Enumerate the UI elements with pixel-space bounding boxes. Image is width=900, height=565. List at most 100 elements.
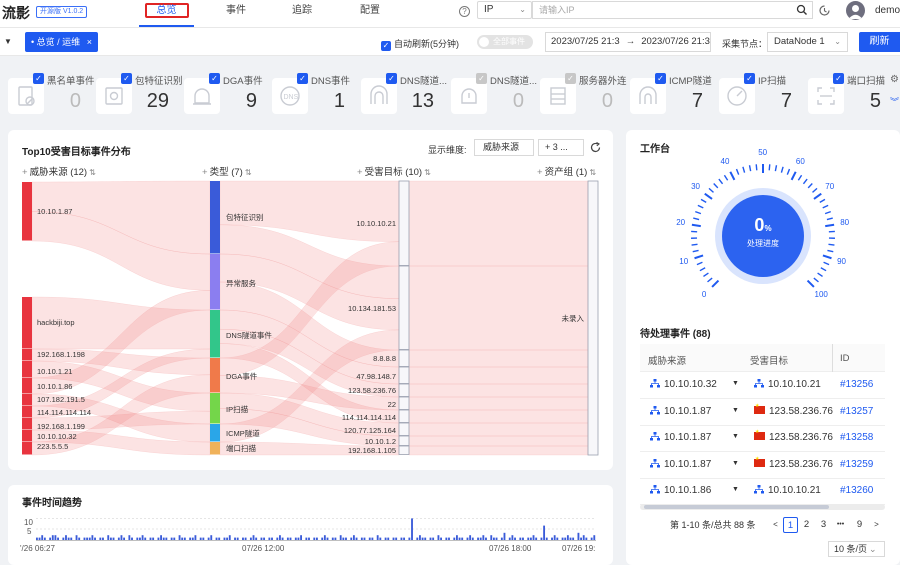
scrollbar-thumb[interactable] [644,505,829,509]
row-source: 10.10.1.87 [650,405,711,417]
gauge-tick-mark [713,183,719,189]
expand-caret-icon[interactable]: ▼ [732,460,739,467]
table-horizontal-scrollbar[interactable] [640,504,885,510]
prev-page-icon[interactable]: < [768,517,783,533]
row-target: 123.58.236.76 [754,429,833,443]
gauge-tick-mark [703,272,709,278]
row-source-ip: 10.10.1.86 [664,485,712,497]
expand-caret-icon[interactable]: ▼ [732,380,739,387]
page-size-value: 10 条/页 [834,544,868,554]
gauge-tick-mark [707,277,713,283]
gauge-tick-mark [813,192,822,200]
row-id-link[interactable]: #13257 [840,406,873,417]
china-flag-icon [754,403,765,414]
row-id-link[interactable]: #13256 [840,379,873,390]
row-target: 123.58.236.76 [754,456,833,470]
row-source-ip: 10.10.1.87 [664,432,712,444]
network-icon [650,432,660,441]
gauge-tick-label: 60 [795,157,805,166]
gauge-tick-mark [806,279,815,288]
gauge-tick-mark [729,171,736,181]
gauge-tick-mark [807,183,813,189]
gauge-tick-mark [718,178,724,185]
gauge-tick-label: 80 [840,218,850,227]
row-source: 10.10.1.87 [650,432,711,443]
page-1[interactable]: 1 [783,517,798,533]
expand-caret-icon[interactable]: ▼ [732,407,739,414]
gauge-center: 0% 处理进度 [722,195,804,277]
page-9[interactable]: 9 [852,517,867,533]
network-icon [650,458,660,468]
gauge-tick-mark [828,243,835,246]
gauge-tick-mark [825,223,835,228]
gauge-tick-mark [691,243,698,246]
gauge-tick-label: 40 [720,157,730,166]
next-page-icon[interactable]: > [869,517,884,533]
gauge-tick-mark [822,204,829,209]
gauge-tick-mark [802,178,808,185]
network-icon [650,379,660,388]
table-row[interactable]: 10.10.1.86 ▼ 10.10.10.21 #13260 [640,478,885,506]
gauge-tick-mark [823,261,830,266]
expand-caret-icon[interactable]: ▼ [732,486,739,493]
gauge-tick-mark [755,164,758,171]
china-flag-icon [754,456,765,467]
header-id[interactable]: ID [840,353,850,364]
gauge-tick-mark [774,165,778,172]
page-3[interactable]: 3 [816,517,831,533]
gauge-tick-mark [711,279,720,288]
gauge-tick-mark [694,254,704,260]
table-row[interactable]: 10.10.1.87 ▼ 123.58.236.76 #13259 [640,452,885,479]
gauge-tick-mark [820,267,827,272]
row-target: 10.10.10.21 [754,485,821,496]
gauge-tick-mark [826,217,833,221]
row-source-ip: 10.10.1.87 [664,458,712,470]
gauge-tick-mark [797,174,803,181]
gauge-tick-mark [735,168,740,175]
header-divider [832,344,833,372]
table-row[interactable]: 10.10.10.32 ▼ 10.10.10.21 #13256 [640,372,885,399]
row-target-ip: 10.10.10.21 [768,379,821,390]
gauge-tick-mark [790,171,797,181]
row-id-link[interactable]: #13260 [840,485,873,496]
gauge-tick-mark [699,267,706,272]
row-source: 10.10.1.86 [650,485,711,496]
gauge-tick-mark [817,272,823,278]
gauge-tick-mark [695,210,702,215]
china-flag-icon [754,429,765,441]
gauge-tick-mark [708,187,714,193]
gauge-tick-mark [786,168,791,175]
pager-summary: 第 1-10 条/总共 88 条 [670,520,756,530]
gauge-tick-mark [748,165,752,172]
row-source: 10.10.1.87 [650,458,712,470]
row-id-link[interactable]: #13258 [840,432,873,443]
network-icon [650,485,660,494]
gauge-unit: % [764,224,772,233]
page-size-select[interactable]: 10 条/页 ⌄ [828,541,885,557]
row-source: 10.10.10.32 [650,379,717,390]
pending-events-title: 待处理事件 (88) [640,329,711,340]
page-2[interactable]: 2 [799,517,814,533]
row-id-link[interactable]: #13259 [840,459,873,470]
header-target[interactable]: 受害目标 [750,353,788,367]
gauge-caption: 处理进度 [747,239,779,248]
gauge-tick-mark [723,174,729,181]
page-ellipsis[interactable]: ••• [833,517,848,533]
gauge-tick-label: 20 [676,218,686,227]
gauge-tick-label: 50 [758,148,768,157]
expand-caret-icon[interactable]: ▼ [732,433,739,440]
gauge-tick-mark [691,223,701,228]
gauge-tick-mark [693,217,700,221]
gauge-tick-mark [692,249,699,253]
gauge-tick-mark [813,277,819,283]
gauge-tick-mark [700,198,707,204]
table-row[interactable]: 10.10.1.87 ▼ 123.58.236.76 #13258 [640,425,885,453]
header-source[interactable]: 威胁来源 [648,353,686,367]
table-header: 威胁来源 受害目标 ID [640,344,885,372]
gauge-tick-label: 70 [825,182,835,192]
table-row[interactable]: 10.10.1.87 ▼ 123.58.236.76 #13257 [640,399,885,426]
network-icon [754,485,764,494]
gauge-tick-mark [768,164,771,171]
gauge-tick-mark [704,192,713,200]
row-target: 10.10.10.21 [754,379,821,390]
